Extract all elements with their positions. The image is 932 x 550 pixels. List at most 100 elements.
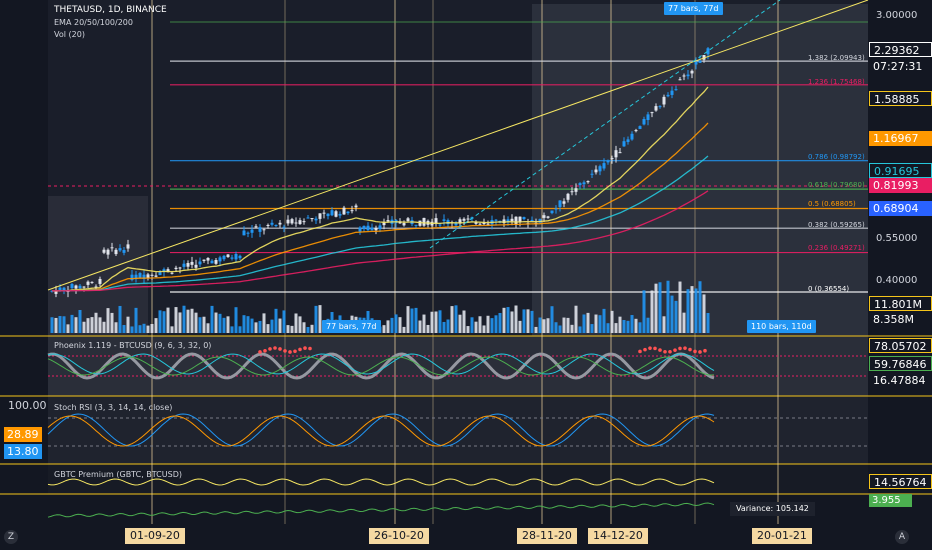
volume-bar bbox=[586, 312, 590, 333]
volume-bar bbox=[186, 309, 190, 333]
volume-bar bbox=[602, 308, 606, 333]
volume-bar bbox=[690, 286, 694, 333]
volume-bar bbox=[202, 316, 206, 333]
phoenix-title: Phoenix 1.119 - BTCUSD (9, 6, 3, 32, 0) bbox=[54, 341, 212, 350]
volume-bar bbox=[518, 320, 522, 333]
phoenix-dot bbox=[668, 349, 672, 354]
price-tick: 0.55000 bbox=[876, 233, 918, 244]
candle-body bbox=[658, 106, 662, 108]
candle-body bbox=[546, 216, 550, 218]
candle-body bbox=[230, 257, 234, 259]
zoom-icon[interactable]: Z bbox=[4, 530, 18, 544]
stoch-top-tick: 100.00 bbox=[8, 399, 47, 412]
phoenix-dot bbox=[643, 347, 647, 352]
candle-body bbox=[250, 229, 254, 233]
volume-bar bbox=[394, 314, 398, 333]
candle-body bbox=[642, 119, 646, 125]
volume-bar bbox=[166, 307, 170, 333]
phoenix-dot bbox=[658, 348, 662, 352]
volume-bar bbox=[406, 306, 410, 333]
volume-bar bbox=[562, 317, 566, 333]
gbtc-value-tag: 14.56764 bbox=[869, 474, 932, 489]
volume-bar bbox=[478, 316, 482, 333]
volume-bar bbox=[702, 294, 706, 333]
candle-body bbox=[326, 213, 330, 217]
candle-body bbox=[610, 158, 614, 160]
phoenix-dot bbox=[273, 346, 277, 350]
volume-bar bbox=[458, 314, 462, 333]
volume-bar bbox=[274, 308, 278, 333]
candle-body bbox=[570, 191, 574, 193]
candle-body bbox=[550, 210, 554, 214]
candle-body bbox=[106, 249, 110, 255]
candle-body bbox=[618, 152, 622, 154]
phoenix-dot bbox=[298, 347, 302, 352]
volume-bar bbox=[146, 325, 150, 333]
time-axis-label: 28-11-20 bbox=[517, 528, 577, 544]
candle-body bbox=[602, 163, 606, 169]
phoenix-dot bbox=[673, 348, 677, 352]
volume-bar bbox=[122, 325, 126, 333]
volume-bar bbox=[654, 283, 658, 333]
volume-bar bbox=[94, 312, 98, 333]
volume-bar bbox=[506, 307, 510, 333]
candle-body bbox=[374, 227, 378, 231]
volume-bar bbox=[142, 323, 146, 333]
volume-bar bbox=[294, 313, 298, 333]
volume-bar bbox=[502, 307, 506, 333]
volume-bar bbox=[106, 308, 110, 333]
volume-bar bbox=[206, 323, 210, 333]
time-axis-label: 01-09-20 bbox=[125, 528, 185, 544]
candle-body bbox=[178, 267, 182, 269]
volume-bar bbox=[414, 307, 418, 333]
phoenix-dot bbox=[698, 350, 702, 354]
candle-body bbox=[630, 133, 634, 140]
phoenix-dot bbox=[278, 347, 282, 351]
volume-bar bbox=[398, 317, 402, 333]
candle-body bbox=[510, 218, 514, 222]
volume-bar bbox=[578, 326, 582, 333]
chart-canvas[interactable] bbox=[0, 0, 932, 550]
volume-bar bbox=[118, 305, 122, 333]
candle-body bbox=[654, 106, 658, 111]
candle-body bbox=[182, 263, 186, 267]
candle-body bbox=[158, 272, 162, 276]
volume-bar bbox=[82, 321, 86, 333]
candle-body bbox=[266, 224, 270, 226]
phoenix-dot bbox=[268, 347, 272, 351]
phoenix-dot bbox=[303, 346, 307, 350]
volume-bar bbox=[550, 306, 554, 333]
volume-bar bbox=[90, 317, 94, 333]
volume-bar bbox=[310, 324, 314, 333]
volume-bar bbox=[138, 325, 142, 333]
volume-bar bbox=[486, 315, 490, 333]
fib-level-label: 1.236 (1.75468) bbox=[808, 78, 865, 86]
volume-bar bbox=[658, 282, 662, 333]
candle-body bbox=[138, 273, 142, 278]
volume-bar bbox=[554, 322, 558, 333]
last-price-tag: 2.29362 bbox=[869, 42, 932, 57]
volume-bar bbox=[530, 310, 534, 333]
candle-body bbox=[170, 272, 174, 274]
volume-bar bbox=[390, 317, 394, 333]
candle-body bbox=[86, 281, 90, 285]
fib-level-label: 0.236 (0.49271) bbox=[808, 244, 865, 252]
candle-body bbox=[242, 230, 246, 236]
volume-bar bbox=[418, 320, 422, 333]
candle-body bbox=[102, 249, 106, 253]
auto-scale-icon[interactable]: A bbox=[895, 530, 909, 544]
fib-level-label: 0.382 (0.59265) bbox=[808, 221, 865, 229]
volume-bar bbox=[438, 310, 442, 333]
gbtc-pane-bg bbox=[48, 464, 868, 494]
candle-body bbox=[578, 183, 582, 186]
candle-body bbox=[530, 219, 534, 221]
candle-body bbox=[646, 114, 650, 121]
candle-body bbox=[90, 281, 94, 283]
volume-bar bbox=[226, 316, 230, 333]
candle-body bbox=[606, 160, 610, 163]
candle-body bbox=[154, 275, 158, 277]
volume-bar bbox=[442, 321, 446, 333]
candle-body bbox=[202, 259, 206, 261]
candle-body bbox=[590, 173, 594, 175]
volume-bar bbox=[74, 317, 78, 333]
